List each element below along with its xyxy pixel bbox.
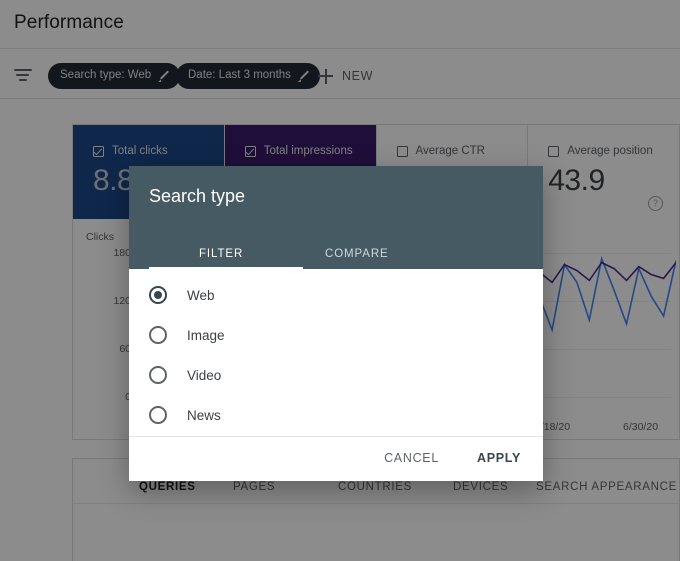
app-root: Performance Search type: Web Date: Last … <box>0 0 680 561</box>
radio-option-video[interactable]: Video <box>149 363 221 387</box>
dialog-tabs: FILTER COMPARE <box>129 233 543 269</box>
radio-option-label: Web <box>187 288 215 303</box>
radio-icon[interactable] <box>149 326 167 344</box>
dialog-tab-filter[interactable]: FILTER <box>199 248 243 260</box>
dialog-body: Web Image Video News <box>129 269 543 436</box>
dialog-footer: CANCEL APPLY <box>129 436 543 481</box>
radio-option-news[interactable]: News <box>149 403 221 427</box>
radio-option-web[interactable]: Web <box>149 283 215 307</box>
cancel-button[interactable]: CANCEL <box>384 451 439 465</box>
search-type-dialog: Search type FILTER COMPARE Web Image Vid… <box>129 166 543 481</box>
radio-icon-selected[interactable] <box>149 286 167 304</box>
radio-option-label: Video <box>187 368 221 383</box>
dialog-title: Search type <box>149 186 245 207</box>
radio-option-label: Image <box>187 328 225 343</box>
dialog-header: Search type FILTER COMPARE <box>129 166 543 269</box>
dialog-tab-compare[interactable]: COMPARE <box>325 248 389 260</box>
radio-icon[interactable] <box>149 366 167 384</box>
apply-button[interactable]: APPLY <box>477 451 521 465</box>
radio-icon[interactable] <box>149 406 167 424</box>
radio-option-image[interactable]: Image <box>149 323 225 347</box>
radio-option-label: News <box>187 408 221 423</box>
